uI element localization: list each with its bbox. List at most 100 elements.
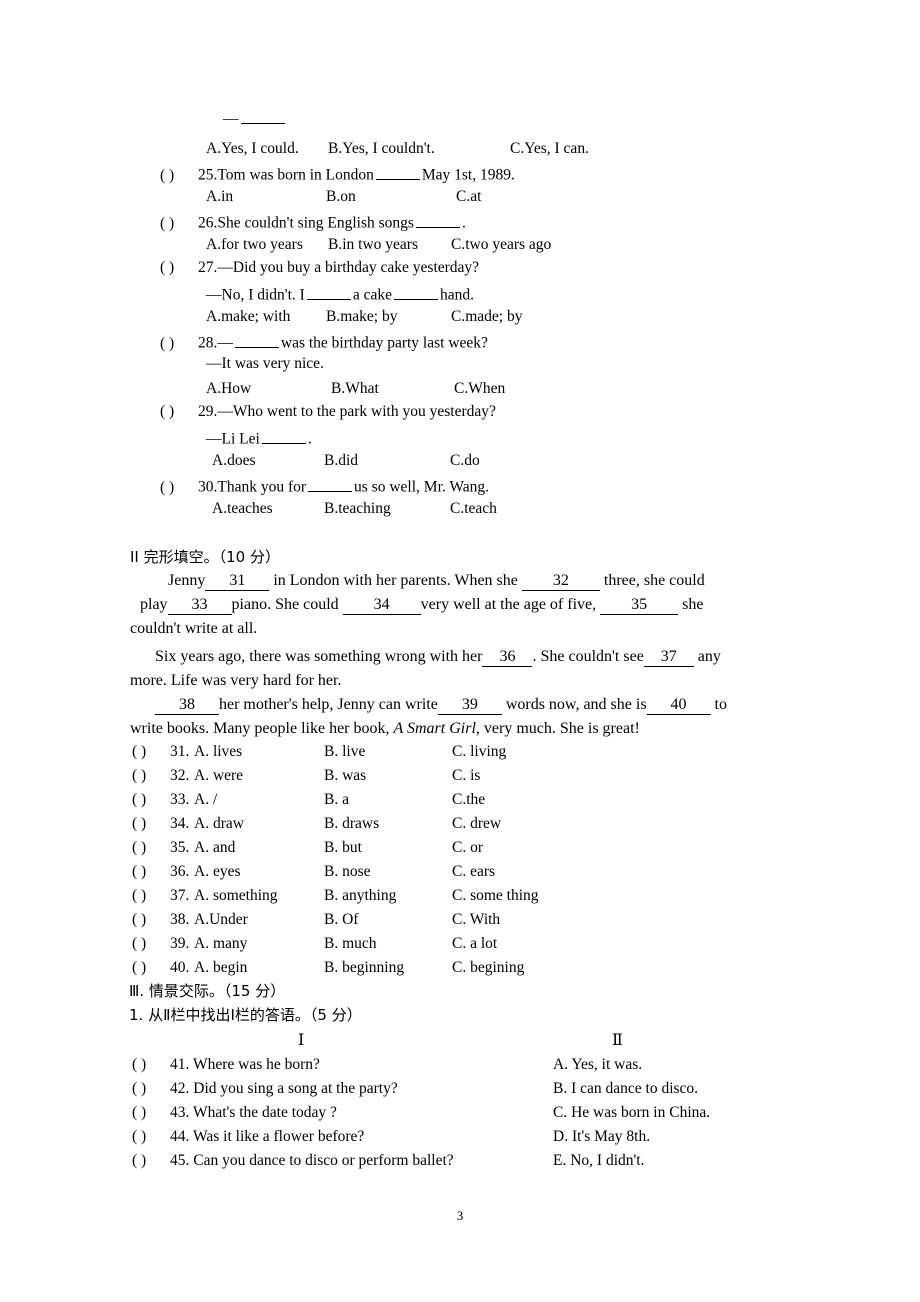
answer-paren-26[interactable]: ( ) — [160, 216, 198, 232]
cloze-passage-line-5: more. Life was very hard for her. — [130, 672, 342, 689]
answer-paren-39[interactable]: ( ) — [132, 936, 170, 952]
option-a: A. draw — [194, 815, 244, 832]
cloze-blank-32[interactable]: 32 — [521, 572, 600, 591]
option-c: C. drew — [452, 815, 502, 832]
answer-paren-43[interactable]: ( ) — [132, 1104, 170, 1122]
cloze-passage-line-6: 38 her mother's help, Jenny can write 39 w… — [155, 696, 727, 715]
question-number: 30. — [198, 478, 218, 496]
cloze-blank-33[interactable]: 33 — [167, 596, 232, 615]
column-head-two: Ⅱ — [612, 1032, 623, 1049]
cloze-item-34: ( ) 34. A. draw B. draws C. drew — [132, 816, 501, 832]
option-b: B. much — [324, 935, 377, 952]
question-text: 41. Where was he born? — [170, 1056, 320, 1073]
stem-text-b: . — [307, 430, 312, 448]
item-number: 40. — [170, 959, 190, 976]
question-29-stem-line1: ( ) 29.—Who went to the park with you yes… — [160, 404, 496, 420]
cloze-blank-35[interactable]: 35 — [600, 596, 679, 615]
text: to — [714, 696, 727, 713]
answer-paren-32[interactable]: ( ) — [132, 768, 170, 784]
answer-paren-41[interactable]: ( ) — [132, 1056, 170, 1074]
question-29-stem-line2: —Li Lei. — [206, 428, 312, 447]
text: piano. She could — [231, 596, 339, 613]
cloze-blank-40[interactable]: 40 — [646, 696, 711, 715]
stem-text-tail: . — [461, 214, 466, 232]
question-text: 44. Was it like a flower before? — [170, 1128, 365, 1145]
answer-paren-33[interactable]: ( ) — [132, 792, 170, 808]
answer-paren-42[interactable]: ( ) — [132, 1080, 170, 1098]
question-number: 29. — [198, 403, 218, 420]
cloze-item-38: ( ) 38. A.Under B. Of C. With — [132, 912, 500, 928]
option-a: A.in — [206, 188, 234, 205]
cloze-blank-39[interactable]: 39 — [437, 696, 502, 715]
question-28-stem-line2: —It was very nice. — [206, 355, 324, 372]
question-26-stem: ( ) 26.She couldn't sing English songs. — [160, 212, 466, 231]
answer-paren-35[interactable]: ( ) — [132, 840, 170, 856]
answer-paren-38[interactable]: ( ) — [132, 912, 170, 928]
answer-paren-31[interactable]: ( ) — [132, 744, 170, 760]
answer-paren-34[interactable]: ( ) — [132, 816, 170, 832]
question-number: 28. — [198, 334, 218, 352]
option-b: B. was — [324, 767, 367, 784]
answer-paren-44[interactable]: ( ) — [132, 1128, 170, 1146]
stem-blank — [415, 212, 460, 228]
option-b: B.Yes, I couldn't. — [328, 140, 435, 157]
option-a: A. / — [194, 791, 218, 808]
answer-paren-45[interactable]: ( ) — [132, 1152, 170, 1170]
question-text: 42. Did you sing a song at the party? — [170, 1080, 398, 1097]
option-a: A.make; with — [206, 308, 291, 325]
cloze-blank-34[interactable]: 34 — [342, 596, 421, 615]
answer-paren-27[interactable]: ( ) — [160, 260, 198, 276]
question-number: 25. — [198, 166, 218, 184]
stem-blank — [375, 164, 420, 180]
option-c: C.do — [450, 452, 480, 469]
stem-blank — [234, 332, 279, 348]
stem-text-b: a cake — [352, 286, 392, 304]
answer-paren-37[interactable]: ( ) — [132, 888, 170, 904]
text: . She couldn't see — [532, 648, 644, 665]
text: three, she could — [603, 572, 705, 589]
option-b: B.did — [324, 452, 359, 469]
option-a: A. begin — [194, 959, 248, 976]
cloze-blank-38[interactable]: 38 — [155, 696, 219, 715]
option-b: B. draws — [324, 815, 380, 832]
text: Jenny — [168, 572, 206, 589]
text: words now, and she is — [505, 696, 647, 713]
answer-paren-40[interactable]: ( ) — [132, 960, 170, 976]
option-b: B. Of — [324, 911, 359, 928]
cloze-passage-line-4: Six years ago, there was something wrong… — [155, 648, 721, 667]
option-b: B. live — [324, 743, 366, 760]
cloze-blank-31[interactable]: 31 — [205, 572, 270, 591]
cloze-blank-36[interactable]: 36 — [482, 648, 533, 667]
option-b: B. anything — [324, 887, 397, 904]
answer-paren-30[interactable]: ( ) — [160, 480, 198, 496]
option-b: B. beginning — [324, 959, 405, 976]
cloze-blank-37[interactable]: 37 — [643, 648, 694, 667]
text: write books. Many people like her book, — [130, 720, 390, 737]
option-c: C. begining — [452, 959, 525, 976]
option-a: A.teaches — [212, 500, 273, 517]
question-27-stem-line1: ( ) 27.—Did you buy a birthday cake yeste… — [160, 260, 479, 276]
cloze-passage-line-1: Jenny 31 in London with her parents. When… — [168, 572, 705, 591]
item-number: 39. — [170, 935, 190, 952]
cloze-item-33: ( ) 33. A. / B. a C.the — [132, 791, 485, 808]
answer-paren-36[interactable]: ( ) — [132, 864, 170, 880]
question-number: 26. — [198, 214, 218, 232]
cloze-passage-line-2: play 33 piano. She could 34 very well at th… — [140, 596, 703, 615]
option-a: A. and — [194, 839, 236, 856]
answer-paren-28[interactable]: ( ) — [160, 336, 198, 352]
option-c: C. is — [452, 767, 481, 784]
stem-text-a: —No, I didn't. I — [206, 286, 305, 304]
option-c: C. ears — [452, 863, 496, 880]
answer-paren-25[interactable]: ( ) — [160, 168, 198, 184]
option-a: A. something — [194, 887, 278, 904]
stem-text-a: —Li Lei — [206, 430, 260, 448]
answer-paren-29[interactable]: ( ) — [160, 404, 198, 420]
option-a: A. were — [194, 767, 244, 784]
text: her mother's help, Jenny can write — [219, 696, 438, 713]
item-number: 33. — [170, 791, 190, 808]
option-c: C.made; by — [451, 308, 523, 325]
text: any — [697, 648, 721, 665]
option-a: A. many — [194, 935, 248, 952]
top-fragment-dash: — — [223, 108, 287, 129]
stem-blank — [308, 476, 353, 492]
